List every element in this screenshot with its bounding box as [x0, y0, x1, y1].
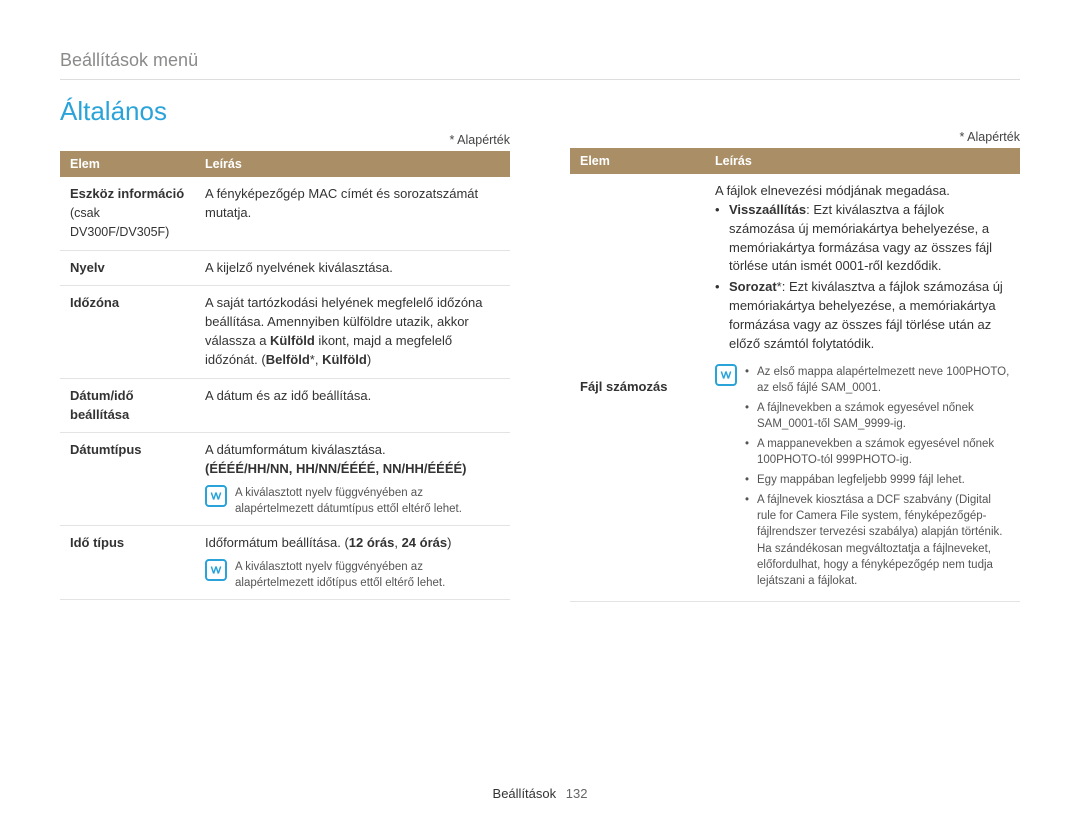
table-row: Fájl számozás A fájlok elnevezési módján…: [570, 174, 1020, 601]
table-row: Nyelv A kijelző nyelvének kiválasztása.: [60, 250, 510, 286]
page-footer: Beállítások 132: [0, 786, 1080, 801]
col-header-item: Elem: [570, 148, 705, 174]
settings-table-right: Elem Leírás Fájl számozás A fájlok elnev…: [570, 148, 1020, 602]
section-title: Általános: [60, 96, 510, 127]
table-row: Eszköz információ (csak DV300F/DV305F) A…: [60, 177, 510, 250]
table-row: Dátum/idő beállítása A dátum és az idő b…: [60, 378, 510, 433]
info-box: A kiválasztott nyelv függvényében az ala…: [205, 485, 500, 517]
breadcrumb: Beállítások menü: [60, 50, 1020, 80]
footer-page-number: 132: [566, 786, 588, 801]
default-note-left: * Alapérték: [60, 133, 510, 147]
row-label: Eszköz információ: [70, 186, 184, 201]
row-label: Idő típus: [60, 526, 195, 600]
settings-table-left: Elem Leírás Eszköz információ (csak DV30…: [60, 151, 510, 600]
info-icon: [205, 485, 227, 507]
right-column: * Alapérték Elem Leírás Fájl számozás A …: [570, 96, 1020, 602]
table-row: Dátumtípus A dátumformátum kiválasztása.…: [60, 433, 510, 526]
col-header-desc: Leírás: [705, 148, 1020, 174]
col-header-item: Elem: [60, 151, 195, 177]
row-desc: A kijelző nyelvének kiválasztása.: [195, 250, 510, 286]
info-icon: [715, 364, 737, 386]
table-row: Időzóna A saját tartózkodási helyének me…: [60, 286, 510, 378]
row-label: Fájl számozás: [570, 174, 705, 601]
row-label: Időzóna: [60, 286, 195, 378]
table-row: Idő típus Időformátum beállítása. (12 ór…: [60, 526, 510, 600]
page: Beállítások menü Általános * Alapérték E…: [0, 0, 1080, 815]
row-label: Dátumtípus: [60, 433, 195, 526]
row-desc: A dátum és az idő beállítása.: [195, 378, 510, 433]
row-label: Nyelv: [60, 250, 195, 286]
left-column: Általános * Alapérték Elem Leírás Eszköz…: [60, 96, 510, 602]
row-label-sub: (csak DV300F/DV305F): [70, 206, 169, 239]
list-item: A fájlnevek kiosztása a DCF szabvány (Di…: [745, 492, 1010, 589]
list-item: A mappanevekben a számok egyesével nőnek…: [745, 436, 1010, 468]
row-label: Dátum/idő beállítása: [60, 378, 195, 433]
info-box: Az első mappa alapértelmezett neve 100PH…: [715, 364, 1010, 593]
default-note-right: * Alapérték: [570, 130, 1020, 144]
info-list: Az első mappa alapértelmezett neve 100PH…: [745, 364, 1010, 593]
row-desc: A fájlok elnevezési módjának megadása. V…: [705, 174, 1020, 601]
col-header-desc: Leírás: [195, 151, 510, 177]
footer-section: Beállítások: [493, 786, 557, 801]
info-text: A kiválasztott nyelv függvényében az ala…: [235, 485, 500, 517]
info-icon: [205, 559, 227, 581]
two-column-layout: Általános * Alapérték Elem Leírás Eszköz…: [60, 96, 1020, 602]
info-box: A kiválasztott nyelv függvényében az ala…: [205, 559, 500, 591]
list-item: Egy mappában legfeljebb 9999 fájl lehet.: [745, 472, 1010, 488]
list-item: Az első mappa alapértelmezett neve 100PH…: [745, 364, 1010, 396]
row-desc: A saját tartózkodási helyének megfelelő …: [195, 286, 510, 378]
row-desc: A fényképezőgép MAC címét és sorozatszám…: [195, 177, 510, 250]
info-text: A kiválasztott nyelv függvényében az ala…: [235, 559, 500, 591]
list-item: A fájlnevekben a számok egyesével nőnek …: [745, 400, 1010, 432]
row-desc: A dátumformátum kiválasztása. (ÉÉÉÉ/HH/N…: [195, 433, 510, 526]
row-desc: Időformátum beállítása. (12 órás, 24 órá…: [195, 526, 510, 600]
